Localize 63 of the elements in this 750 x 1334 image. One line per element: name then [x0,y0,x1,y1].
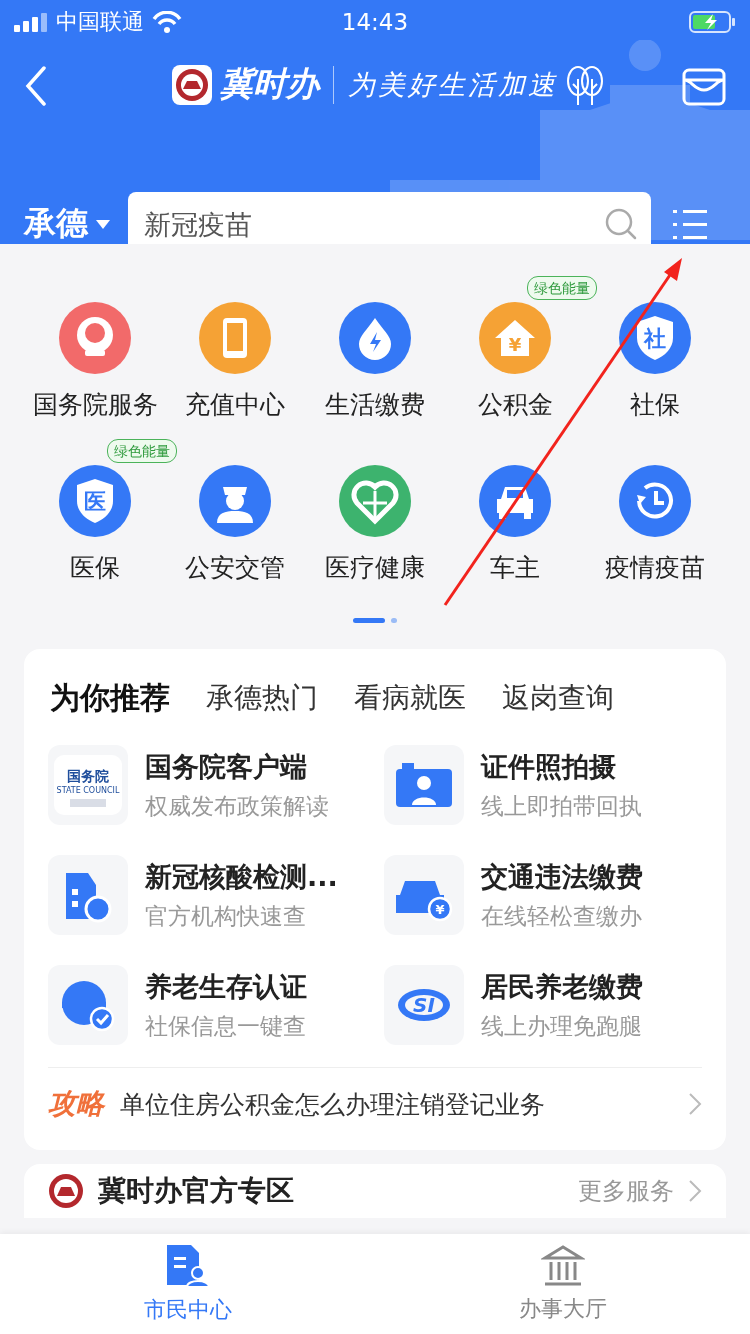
person-check-icon [48,965,128,1045]
service-item[interactable]: 疫情疫苗 [585,465,725,584]
council-logo-icon: 国务院 STATE COUNCIL [48,745,128,825]
camera-icon [384,745,464,825]
service-subtitle: 社保信息一键查 [145,1011,307,1041]
service-subtitle: 线上办理免跑腿 [481,1011,643,1041]
service-item[interactable]: 公安交管 [165,465,305,584]
category-tab[interactable]: 承德热门 [206,679,318,717]
service-item[interactable]: 医 医保 [25,465,165,584]
chevron-right-icon[interactable] [688,1092,702,1116]
energy-badge: 绿色能量 [107,439,177,463]
tree-icon [566,64,604,105]
category-tab[interactable]: 返岗查询 [502,679,614,717]
carrier-name: 中国联通 [56,8,144,36]
app-logo-icon [48,1173,84,1209]
category-tab[interactable]: 为你推荐 [50,677,170,719]
service-item[interactable]: 国务院服务 [25,302,165,421]
app-slogan: 为美好生活加速 [348,67,558,102]
energy-badge: 绿色能量 [527,276,597,300]
service-title[interactable]: 新冠核酸检测... [145,858,338,895]
service-item[interactable]: 生活缴费 [305,302,445,421]
hospital-icon [48,855,128,935]
service-title[interactable]: 交通违法缴费 [481,858,643,895]
service-item[interactable]: 车主 [445,465,585,584]
bottom-tab[interactable]: 市民中心 [0,1234,375,1334]
service-item[interactable]: 医疗健康 [305,465,445,584]
citizen-doc-icon [164,1243,211,1289]
shield-icon: 医 [59,465,131,537]
guide-tag: 攻略 [48,1085,104,1123]
guide-link[interactable]: 单位住房公积金怎么办理注销登记业务 [120,1087,545,1121]
battery-icon [689,11,736,33]
bottom-tab[interactable]: 办事大厅 [375,1234,750,1334]
dropdown-caret-icon[interactable] [96,219,110,229]
car-yen-icon: ¥ [384,855,464,935]
signal-icon [14,12,48,32]
bank-building-icon [540,1244,585,1288]
service-title[interactable]: 国务院客户端 [145,748,329,785]
house-icon: ¥ [479,302,551,374]
chevron-right-icon[interactable] [688,1179,702,1203]
wifi-icon [152,11,182,33]
app-title: 冀时办 [220,63,319,105]
app-logo-icon [172,64,212,105]
category-tab[interactable]: 看病就医 [354,679,466,717]
service-subtitle: 官方机构快速查 [145,901,307,931]
service-title[interactable]: 养老生存认证 [145,968,307,1005]
service-title[interactable]: 居民养老缴费 [481,968,643,1005]
search-icon[interactable] [605,208,637,240]
service-subtitle: 线上即拍带回执 [481,791,642,821]
search-field[interactable]: 新冠疫苗 [128,192,651,244]
city-selector[interactable]: 承德 [24,202,88,244]
clock-time: 14:43 [341,9,409,35]
service-subtitle: 在线轻松查缴办 [481,901,643,931]
wallet-icon[interactable] [682,66,726,106]
section-title: 冀时办官方专区 [98,1173,294,1209]
service-item[interactable]: 充值中心 [165,302,305,421]
service-item[interactable]: ¥ 公积金 [445,302,585,421]
service-title[interactable]: 证件照拍摄 [481,748,642,785]
service-item[interactable]: 社 社保 [585,302,725,421]
menu-icon[interactable] [673,208,707,240]
service-subtitle: 权威发布政策解读 [145,791,329,821]
si-icon: SI [384,965,464,1045]
shield-icon: 社 [619,302,691,374]
back-icon[interactable] [24,66,48,106]
